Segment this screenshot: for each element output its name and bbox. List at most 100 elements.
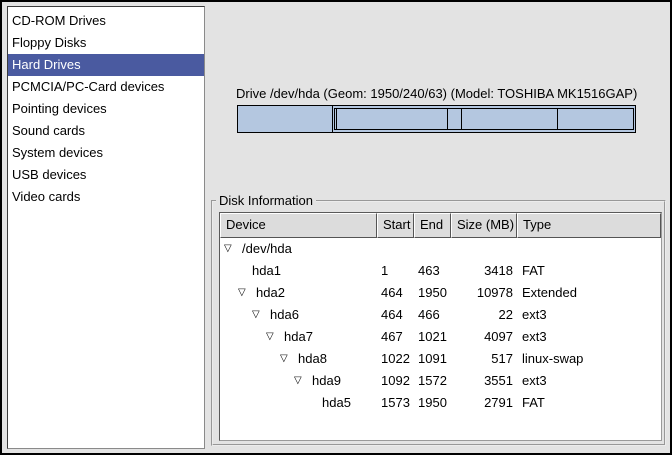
column-header-size-mb[interactable]: Size (MB) bbox=[451, 213, 517, 238]
type-cell: ext3 bbox=[517, 304, 661, 326]
column-header-start[interactable]: Start bbox=[377, 213, 414, 238]
size-cell: 3551 bbox=[451, 370, 517, 392]
column-header-end[interactable]: End bbox=[414, 213, 451, 238]
partition-table-body: ▽/dev/hda hda1 1 463 3418 FAT ▽hda2 464 … bbox=[220, 238, 661, 414]
size-cell: 517 bbox=[451, 348, 517, 370]
type-cell: ext3 bbox=[517, 326, 661, 348]
partition-divider-hda8 bbox=[461, 109, 462, 129]
size-cell: 10978 bbox=[451, 282, 517, 304]
sidebar-item-label: Hard Drives bbox=[12, 57, 81, 72]
expander-icon[interactable]: ▽ bbox=[224, 238, 242, 260]
column-header-device[interactable]: Device bbox=[220, 213, 377, 238]
start-cell: 464 bbox=[377, 304, 414, 326]
sidebar-item-pcmcia-pc-card-devices[interactable]: PCMCIA/PC-Card devices bbox=[8, 76, 204, 98]
sidebar-item-label: Pointing devices bbox=[12, 101, 107, 116]
device-name: hda1 bbox=[252, 263, 281, 278]
device-name: /dev/hda bbox=[242, 241, 292, 256]
sidebar-item-label: PCMCIA/PC-Card devices bbox=[12, 79, 164, 94]
sidebar-item-label: Sound cards bbox=[12, 123, 85, 138]
column-header-type[interactable]: Type bbox=[517, 213, 661, 238]
type-cell: Extended bbox=[517, 282, 661, 304]
size-cell: 2791 bbox=[451, 392, 517, 414]
device-cell: ▽hda6 bbox=[220, 304, 377, 326]
end-cell bbox=[414, 238, 451, 260]
start-cell: 1022 bbox=[377, 348, 414, 370]
device-name: hda6 bbox=[270, 307, 299, 322]
partition-bar bbox=[237, 105, 636, 133]
size-cell: 22 bbox=[451, 304, 517, 326]
sidebar-item-cd-rom-drives[interactable]: CD-ROM Drives bbox=[8, 10, 204, 32]
device-cell: ▽hda9 bbox=[220, 370, 377, 392]
device-cell: hda1 bbox=[220, 260, 377, 282]
drive-summary-label: Drive /dev/hda (Geom: 1950/240/63) (Mode… bbox=[236, 86, 637, 102]
sidebar-item-label: Video cards bbox=[12, 189, 80, 204]
sidebar-item-sound-cards[interactable]: Sound cards bbox=[8, 120, 204, 142]
device-name: hda5 bbox=[322, 395, 351, 410]
partition-divider-hda7 bbox=[447, 109, 448, 129]
expander-icon[interactable]: ▽ bbox=[266, 326, 284, 348]
sidebar-item-label: CD-ROM Drives bbox=[12, 13, 106, 28]
table-row-hda6[interactable]: ▽hda6 464 466 22 ext3 bbox=[220, 304, 661, 326]
sidebar-item-label: System devices bbox=[12, 145, 103, 160]
sidebar-item-hard-drives[interactable]: Hard Drives bbox=[8, 54, 204, 76]
table-row-hda9[interactable]: ▽hda9 1092 1572 3551 ext3 bbox=[220, 370, 661, 392]
partition-divider-hda9 bbox=[557, 109, 558, 129]
table-row-hda7[interactable]: ▽hda7 467 1021 4097 ext3 bbox=[220, 326, 661, 348]
type-cell: FAT bbox=[517, 260, 661, 282]
start-cell: 467 bbox=[377, 326, 414, 348]
sidebar-item-label: USB devices bbox=[12, 167, 86, 182]
hardware-browser-window: CD-ROM Drives Floppy Disks Hard Drives P… bbox=[0, 0, 672, 455]
end-cell: 1021 bbox=[414, 326, 451, 348]
end-cell: 1950 bbox=[414, 392, 451, 414]
end-cell: 463 bbox=[414, 260, 451, 282]
device-name: hda8 bbox=[298, 351, 327, 366]
size-cell: 3418 bbox=[451, 260, 517, 282]
start-cell: 1092 bbox=[377, 370, 414, 392]
end-cell: 1950 bbox=[414, 282, 451, 304]
device-cell: hda5 bbox=[220, 392, 377, 414]
partition-divider-hda6 bbox=[336, 109, 337, 129]
sidebar-item-usb-devices[interactable]: USB devices bbox=[8, 164, 204, 186]
type-cell bbox=[517, 238, 661, 260]
sidebar-item-floppy-disks[interactable]: Floppy Disks bbox=[8, 32, 204, 54]
start-cell: 1573 bbox=[377, 392, 414, 414]
table-row-hda2[interactable]: ▽hda2 464 1950 10978 Extended bbox=[220, 282, 661, 304]
partition-table-header: Device Start End Size (MB) Type bbox=[220, 213, 661, 238]
start-cell: 464 bbox=[377, 282, 414, 304]
device-cell: ▽hda2 bbox=[220, 282, 377, 304]
table-row-hda8[interactable]: ▽hda8 1022 1091 517 linux-swap bbox=[220, 348, 661, 370]
disk-information-groupbox: Disk Information Device Start End Size (… bbox=[211, 200, 666, 446]
disk-information-title: Disk Information bbox=[216, 193, 316, 209]
type-cell: linux-swap bbox=[517, 348, 661, 370]
expander-icon[interactable]: ▽ bbox=[280, 348, 298, 370]
sidebar-item-system-devices[interactable]: System devices bbox=[8, 142, 204, 164]
end-cell: 466 bbox=[414, 304, 451, 326]
start-cell bbox=[377, 238, 414, 260]
size-cell bbox=[451, 238, 517, 260]
device-category-list: CD-ROM Drives Floppy Disks Hard Drives P… bbox=[7, 6, 205, 449]
expander-icon[interactable]: ▽ bbox=[294, 370, 312, 392]
partition-divider-hda1 bbox=[332, 106, 333, 132]
device-name: hda7 bbox=[284, 329, 313, 344]
size-cell: 4097 bbox=[451, 326, 517, 348]
type-cell: FAT bbox=[517, 392, 661, 414]
extended-partition-box bbox=[334, 108, 634, 130]
device-cell: ▽hda7 bbox=[220, 326, 377, 348]
start-cell: 1 bbox=[377, 260, 414, 282]
table-row-dev-hda[interactable]: ▽/dev/hda bbox=[220, 238, 661, 260]
table-row-hda1[interactable]: hda1 1 463 3418 FAT bbox=[220, 260, 661, 282]
sidebar-item-pointing-devices[interactable]: Pointing devices bbox=[8, 98, 204, 120]
device-name: hda9 bbox=[312, 373, 341, 388]
partition-table: Device Start End Size (MB) Type ▽/dev/hd… bbox=[219, 212, 662, 441]
expander-icon[interactable]: ▽ bbox=[238, 282, 256, 304]
device-cell: ▽hda8 bbox=[220, 348, 377, 370]
device-cell: ▽/dev/hda bbox=[220, 238, 377, 260]
end-cell: 1572 bbox=[414, 370, 451, 392]
end-cell: 1091 bbox=[414, 348, 451, 370]
expander-icon[interactable]: ▽ bbox=[252, 304, 270, 326]
table-row-hda5[interactable]: hda5 1573 1950 2791 FAT bbox=[220, 392, 661, 414]
sidebar-item-label: Floppy Disks bbox=[12, 35, 86, 50]
device-name: hda2 bbox=[256, 285, 285, 300]
sidebar-item-video-cards[interactable]: Video cards bbox=[8, 186, 204, 208]
type-cell: ext3 bbox=[517, 370, 661, 392]
